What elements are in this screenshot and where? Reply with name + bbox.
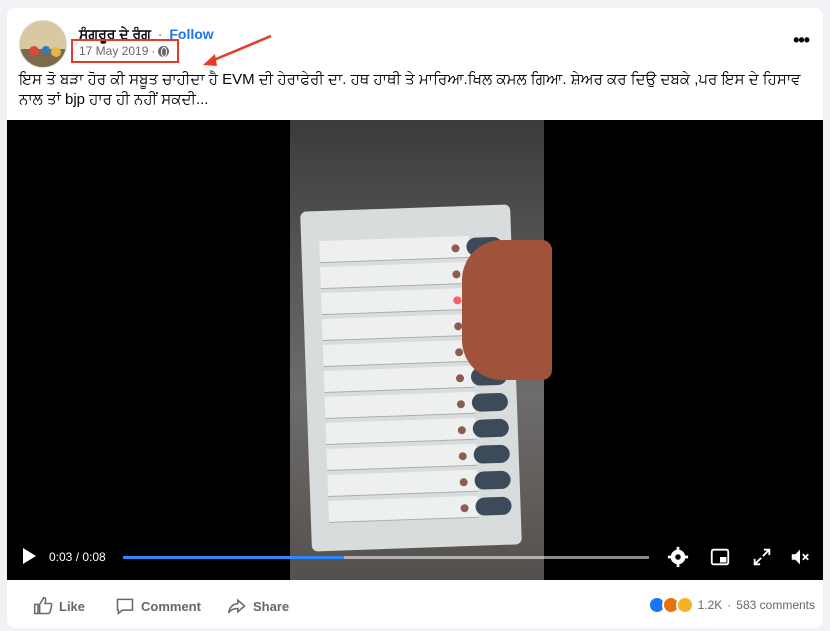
globe-icon bbox=[158, 45, 170, 57]
video-player[interactable]: 0:03 / 0:08 bbox=[7, 120, 823, 580]
reaction-count[interactable]: 1.2K bbox=[698, 598, 723, 612]
post-card: ਸੰਗਰੂਰ ਦੇ ਰੰਗ · Follow 17 May 2019 · •••… bbox=[7, 8, 823, 628]
comment-count[interactable]: 583 comments bbox=[736, 598, 815, 612]
share-label: Share bbox=[253, 598, 290, 614]
settings-icon[interactable] bbox=[667, 546, 689, 568]
volume-muted-icon[interactable] bbox=[789, 546, 811, 568]
page-avatar[interactable] bbox=[19, 20, 67, 68]
more-options-button[interactable]: ••• bbox=[793, 30, 810, 51]
post-header: ਸੰਗਰੂਰ ਦੇ ਰੰਗ · Follow 17 May 2019 · ••• bbox=[19, 18, 813, 70]
comment-icon bbox=[116, 598, 134, 616]
hand-image bbox=[462, 240, 552, 380]
fullscreen-icon[interactable] bbox=[751, 546, 773, 568]
pip-icon[interactable] bbox=[709, 546, 731, 568]
post-footer: Like Comment Share 1.2K · 583 comments bbox=[7, 580, 823, 628]
post-timestamp-row: 17 May 2019 · bbox=[79, 44, 170, 58]
current-time: 0:03 bbox=[49, 550, 73, 564]
like-button[interactable]: Like bbox=[33, 596, 85, 616]
video-controls: 0:03 / 0:08 bbox=[7, 534, 823, 580]
footer-dot: · bbox=[727, 598, 732, 612]
share-button[interactable]: Share bbox=[227, 596, 289, 616]
video-progress-bar[interactable] bbox=[123, 556, 649, 559]
haha-reaction-icon bbox=[675, 596, 694, 614]
time-separator: / bbox=[72, 550, 83, 564]
like-label: Like bbox=[59, 598, 86, 614]
play-icon[interactable] bbox=[23, 548, 36, 564]
avatar-image bbox=[20, 21, 66, 67]
post-caption: ਇਸ ਤੋ ਬੜਾ ਹੋਰ ਕੀ ਸਬੂਤ ਚਾਹੀਦਾ ਹੈ EVM ਦੀ ਹ… bbox=[19, 71, 801, 108]
comment-label: Comment bbox=[141, 598, 201, 614]
timestamp-separator: · bbox=[151, 44, 156, 58]
duration: 0:08 bbox=[82, 550, 106, 564]
video-frame bbox=[290, 120, 552, 580]
video-time: 0:03 / 0:08 bbox=[49, 550, 106, 564]
red-arrow-annotation bbox=[203, 34, 272, 66]
comment-button[interactable]: Comment bbox=[115, 596, 201, 616]
share-icon bbox=[227, 598, 246, 614]
post-timestamp[interactable]: 17 May 2019 bbox=[79, 44, 148, 58]
video-progress-fill bbox=[123, 556, 344, 559]
reactions-summary[interactable]: 1.2K · 583 comments bbox=[647, 596, 815, 614]
thumbs-up-icon bbox=[33, 596, 53, 615]
